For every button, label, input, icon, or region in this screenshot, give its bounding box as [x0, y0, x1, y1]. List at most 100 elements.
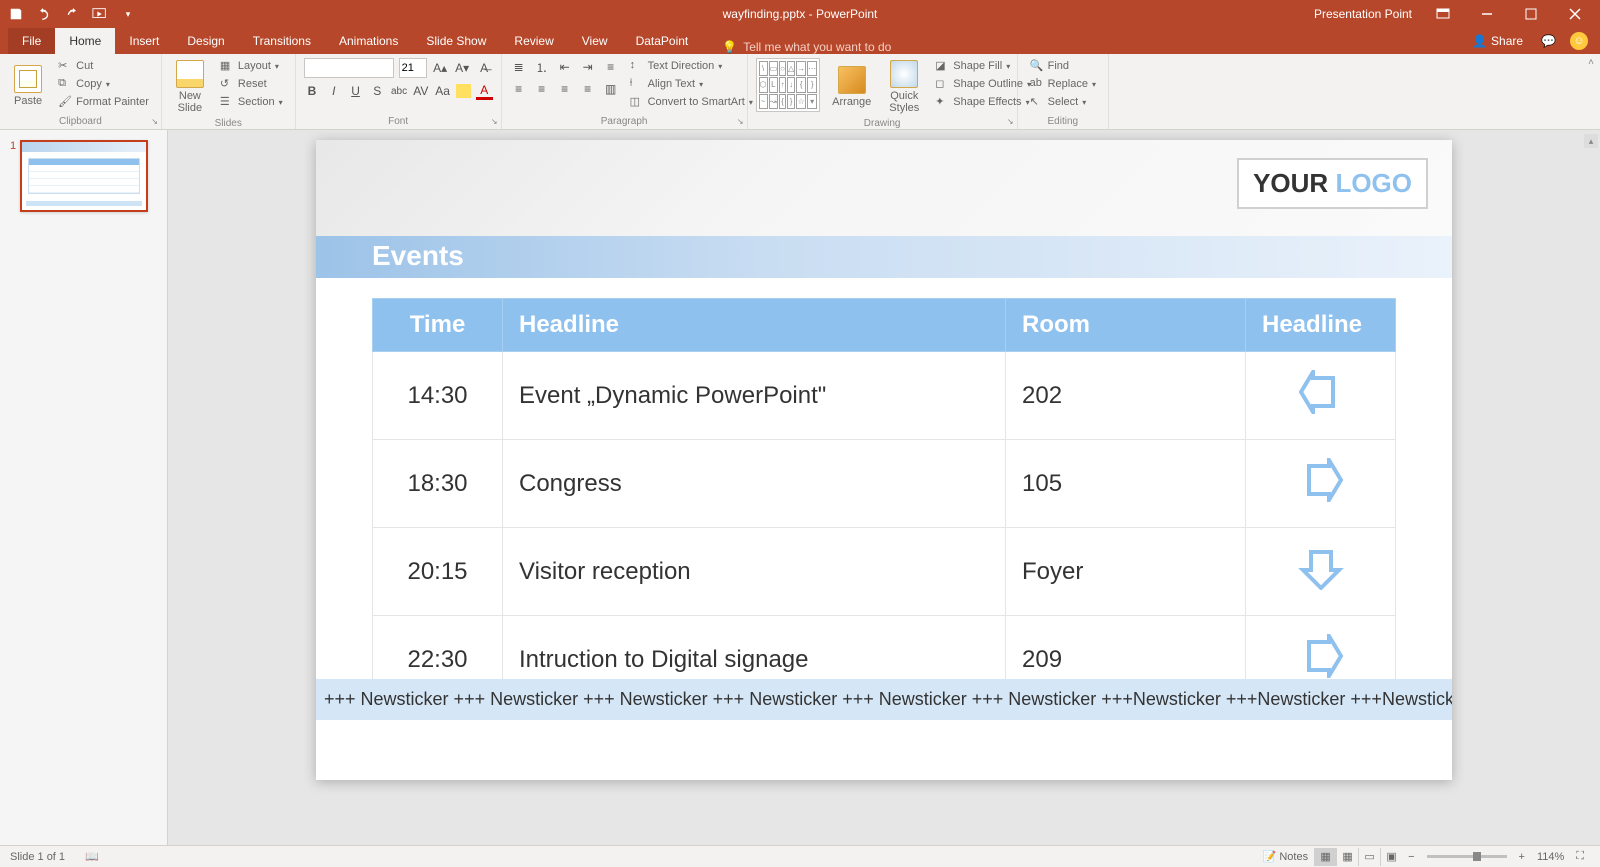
cut-button[interactable]: ✂Cut	[54, 58, 153, 74]
line-spacing-button[interactable]: ≡	[602, 58, 620, 76]
cell-time[interactable]: 20:15	[373, 528, 503, 616]
zoom-slider[interactable]	[1427, 855, 1507, 858]
section-button[interactable]: ☰Section ▾	[216, 94, 287, 110]
slide-editor[interactable]: ▴ YOUR LOGO Events Time Headline Room He…	[168, 130, 1600, 845]
reading-view-icon[interactable]: ▭	[1358, 848, 1380, 866]
tab-animations[interactable]: Animations	[325, 28, 412, 54]
change-case-button[interactable]: Aa	[434, 82, 451, 100]
logo-placeholder[interactable]: YOUR LOGO	[1237, 158, 1428, 209]
increase-indent-button[interactable]: ⇥	[579, 58, 597, 76]
tab-view[interactable]: View	[568, 28, 622, 54]
events-table[interactable]: Time Headline Room Headline 14:30Event „…	[372, 298, 1396, 704]
undo-icon[interactable]	[36, 6, 52, 22]
font-color-button[interactable]: A	[476, 82, 493, 100]
zoom-in-button[interactable]: +	[1513, 851, 1531, 863]
highlight-button[interactable]	[456, 84, 471, 98]
tab-transitions[interactable]: Transitions	[239, 28, 325, 54]
tab-review[interactable]: Review	[500, 28, 567, 54]
drawing-launcher-icon[interactable]: ↘	[1007, 117, 1014, 126]
maximize-button[interactable]	[1518, 4, 1544, 24]
events-title-bar[interactable]: Events	[316, 236, 1452, 278]
bold-button[interactable]: B	[304, 82, 321, 100]
cell-room[interactable]: Foyer	[1006, 528, 1246, 616]
tell-me-search[interactable]: 💡 Tell me what you want to do	[722, 40, 891, 54]
redo-icon[interactable]	[64, 6, 80, 22]
cell-arrow[interactable]	[1246, 440, 1396, 528]
fit-to-window-icon[interactable]: ⛶	[1570, 850, 1590, 863]
layout-button[interactable]: ▦Layout ▾	[216, 58, 287, 74]
collapse-ribbon-icon[interactable]: ˄	[1582, 54, 1600, 129]
decrease-indent-button[interactable]: ⇤	[556, 58, 574, 76]
tab-insert[interactable]: Insert	[115, 28, 173, 54]
slide-thumbnail-1[interactable]	[20, 140, 148, 212]
cell-arrow[interactable]	[1246, 352, 1396, 440]
columns-button[interactable]: ▥	[602, 80, 620, 98]
cell-room[interactable]: 105	[1006, 440, 1246, 528]
tab-file[interactable]: File	[8, 28, 55, 54]
italic-button[interactable]: I	[325, 82, 342, 100]
bullets-button[interactable]: ≣	[510, 58, 528, 76]
close-button[interactable]	[1562, 4, 1588, 24]
minimize-button[interactable]	[1474, 4, 1500, 24]
normal-view-icon[interactable]: ▦	[1314, 848, 1336, 866]
quick-styles-button[interactable]: Quick Styles	[883, 58, 925, 116]
shapes-gallery[interactable]: \ ▭ ○ △ → ⋯ ⬡ L ↑ ↓ { } ~ ↝ { } ☆ ▾	[756, 58, 821, 112]
clipboard-launcher-icon[interactable]: ↘	[151, 117, 158, 126]
tab-datapoint[interactable]: DataPoint	[622, 28, 703, 54]
sorter-view-icon[interactable]: ▦	[1336, 848, 1358, 866]
ribbon-display-icon[interactable]	[1430, 4, 1456, 24]
copy-button[interactable]: ⧉Copy ▾	[54, 76, 153, 92]
zoom-out-button[interactable]: −	[1402, 851, 1420, 863]
strikethrough-button[interactable]: S	[369, 82, 386, 100]
shadow-button[interactable]: abc	[391, 82, 408, 100]
underline-button[interactable]: U	[347, 82, 364, 100]
save-icon[interactable]	[8, 6, 24, 22]
align-left-button[interactable]: ≡	[510, 80, 528, 98]
paragraph-launcher-icon[interactable]: ↘	[737, 117, 744, 126]
format-painter-button[interactable]: 🖌Format Painter	[54, 94, 153, 110]
qat-customize-icon[interactable]: ▾	[120, 6, 136, 22]
arrange-button[interactable]: Arrange	[826, 58, 877, 116]
spellcheck-icon[interactable]: 📖	[79, 850, 105, 863]
shrink-font-icon[interactable]: A▾	[454, 59, 471, 77]
start-from-beginning-icon[interactable]	[92, 6, 108, 22]
newsticker[interactable]: +++ Newsticker +++ Newsticker +++ Newsti…	[316, 679, 1452, 720]
cell-time[interactable]: 14:30	[373, 352, 503, 440]
cell-room[interactable]: 202	[1006, 352, 1246, 440]
select-button[interactable]: ↖Select ▾	[1026, 94, 1100, 110]
clear-formatting-icon[interactable]: A̶	[476, 59, 493, 77]
paste-button[interactable]: Paste	[8, 58, 48, 114]
align-text-button[interactable]: ⍿Align Text ▾	[626, 76, 757, 92]
tab-slideshow[interactable]: Slide Show	[412, 28, 500, 54]
convert-smartart-button[interactable]: ◫Convert to SmartArt ▾	[626, 94, 757, 110]
slideshow-view-icon[interactable]: ▣	[1380, 848, 1402, 866]
feedback-smiley-icon[interactable]: ☺	[1570, 32, 1588, 50]
tab-home[interactable]: Home	[55, 28, 115, 54]
cell-time[interactable]: 18:30	[373, 440, 503, 528]
cell-headline[interactable]: Congress	[503, 440, 1006, 528]
notes-button[interactable]: 📝Notes	[1257, 850, 1314, 863]
align-right-button[interactable]: ≡	[556, 80, 574, 98]
cell-arrow[interactable]	[1246, 528, 1396, 616]
font-size-combo[interactable]	[399, 58, 427, 78]
text-direction-button[interactable]: ↕Text Direction ▾	[626, 58, 757, 74]
cell-headline[interactable]: Event „Dynamic PowerPoint"	[503, 352, 1006, 440]
share-button[interactable]: 👤Share	[1468, 33, 1527, 49]
justify-button[interactable]: ≡	[579, 80, 597, 98]
replace-button[interactable]: abReplace ▾	[1026, 76, 1100, 92]
new-slide-button[interactable]: New Slide	[170, 58, 210, 116]
cell-headline[interactable]: Visitor reception	[503, 528, 1006, 616]
find-button[interactable]: 🔍Find	[1026, 58, 1100, 74]
scroll-up-icon[interactable]: ▴	[1584, 134, 1598, 148]
slide-canvas[interactable]: YOUR LOGO Events Time Headline Room Head…	[316, 140, 1452, 780]
char-spacing-button[interactable]: AV	[412, 82, 429, 100]
tab-design[interactable]: Design	[173, 28, 238, 54]
align-center-button[interactable]: ≡	[533, 80, 551, 98]
comments-icon[interactable]: 💬	[1541, 34, 1556, 48]
font-family-combo[interactable]	[304, 58, 394, 78]
font-launcher-icon[interactable]: ↘	[491, 117, 498, 126]
share-icon: 👤	[1472, 34, 1487, 48]
numbering-button[interactable]: ⒈	[533, 58, 551, 76]
reset-button[interactable]: ↺Reset	[216, 76, 287, 92]
grow-font-icon[interactable]: A▴	[432, 59, 449, 77]
